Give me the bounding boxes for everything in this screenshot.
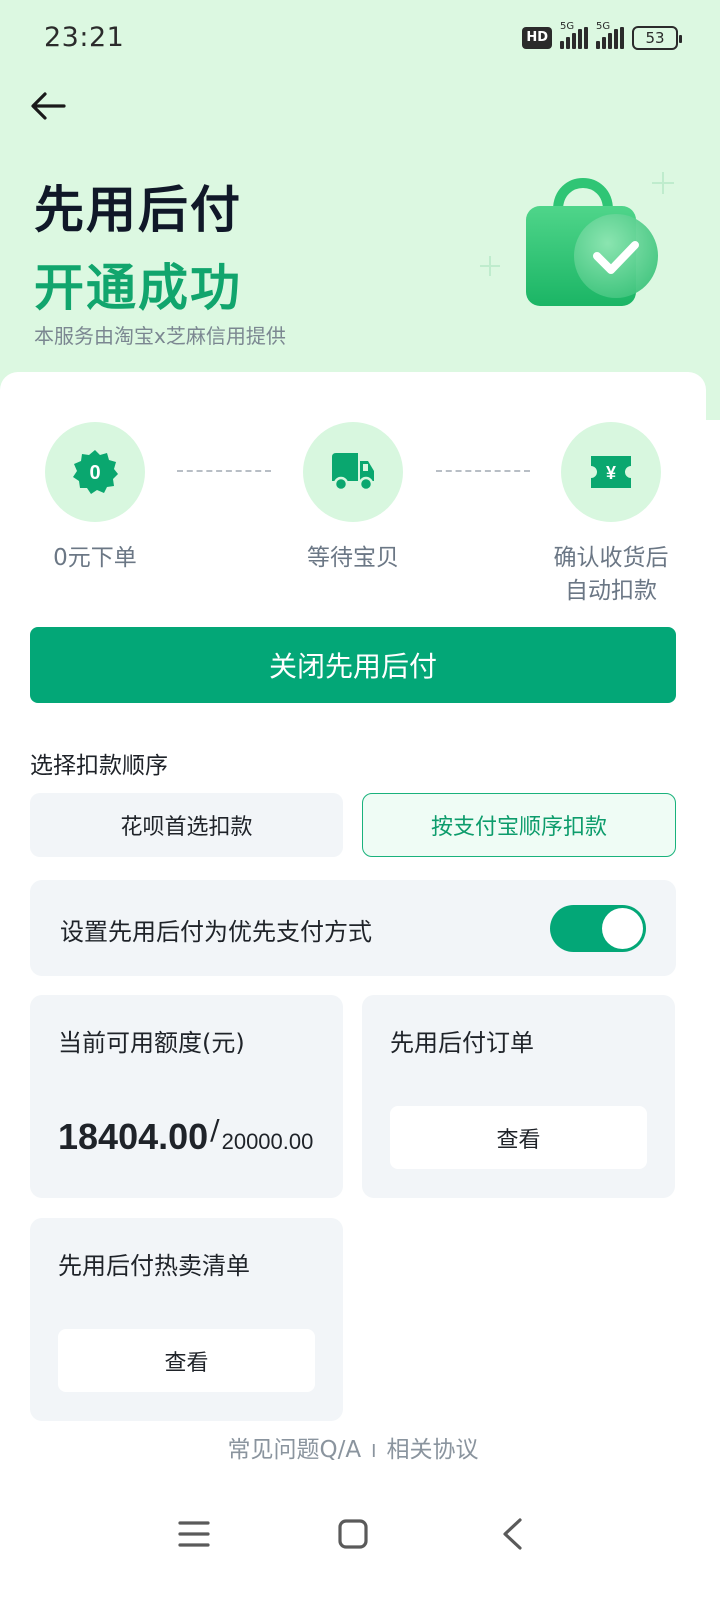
step-label-line: 确认收货后 xyxy=(553,545,669,571)
preferred-payment-label: 设置先用后付为优先支付方式 xyxy=(60,918,372,946)
step-order: 0 0元下单 xyxy=(45,422,157,575)
step-circle: 0 xyxy=(45,422,145,522)
hot-list-title: 先用后付热卖清单 xyxy=(58,1252,250,1280)
signal-icon: 5G xyxy=(560,21,588,49)
footer-separator: I xyxy=(371,1441,377,1462)
shopping-bag-check-icon xyxy=(480,172,674,306)
signal-icon: 5G xyxy=(596,21,624,49)
alipay-order-option[interactable]: 按支付宝顺序扣款 xyxy=(362,793,676,857)
status-time: 23:21 xyxy=(44,22,125,53)
credit-limit-tile: 当前可用额度(元) 18404.00/20000.00 xyxy=(30,995,343,1198)
status-bar: 23:21 HD 5G 5G 53 xyxy=(0,0,720,80)
status-icons: HD 5G 5G 53 xyxy=(522,21,682,52)
step-waiting: 等待宝贝 xyxy=(303,422,415,575)
agreement-link[interactable]: 相关协议 xyxy=(386,1437,478,1463)
step-label: 确认收货后 自动扣款 xyxy=(547,542,675,608)
svg-text:0: 0 xyxy=(89,462,100,484)
menu-button[interactable] xyxy=(164,1504,224,1564)
back-button[interactable] xyxy=(28,86,68,126)
view-orders-button[interactable]: 查看 xyxy=(390,1106,647,1169)
view-hot-list-button[interactable]: 查看 xyxy=(58,1329,315,1392)
close-pay-later-button[interactable]: 关闭先用后付 xyxy=(30,627,676,703)
step-auto-pay: ¥ 确认收货后 自动扣款 xyxy=(554,422,675,608)
total-amount: 20000.00 xyxy=(221,1129,314,1154)
battery-icon: 53 xyxy=(632,26,682,50)
step-label-line: 自动扣款 xyxy=(565,578,657,604)
home-square-icon xyxy=(338,1519,368,1549)
preferred-payment-row: 设置先用后付为优先支付方式 xyxy=(30,880,676,976)
zero-badge-icon: 0 xyxy=(73,450,118,494)
deduction-order-label: 选择扣款顺序 xyxy=(30,753,168,779)
step-label: 等待宝贝 xyxy=(307,545,399,571)
amount-separator: / xyxy=(210,1113,220,1146)
toggle-knob xyxy=(602,908,643,949)
available-amount: 18404.00 xyxy=(58,1116,209,1157)
orders-title: 先用后付订单 xyxy=(390,1029,534,1057)
preferred-payment-toggle[interactable] xyxy=(550,905,646,952)
credit-amount: 18404.00/20000.00 xyxy=(58,1113,313,1158)
credit-limit-title: 当前可用额度(元) xyxy=(58,1029,245,1057)
hd-icon: HD xyxy=(522,27,552,49)
step-divider xyxy=(436,470,530,472)
faq-link[interactable]: 常见问题Q/A xyxy=(228,1437,362,1463)
yen-ticket-icon: ¥ xyxy=(591,456,631,488)
svg-text:¥: ¥ xyxy=(606,463,616,483)
network-label: 5G xyxy=(560,21,575,32)
orders-tile: 先用后付订单 查看 xyxy=(362,995,675,1198)
arrow-left-icon xyxy=(31,92,66,120)
home-button[interactable] xyxy=(323,1504,383,1564)
success-title: 开通成功 xyxy=(34,259,242,317)
step-divider xyxy=(177,470,271,472)
truck-icon xyxy=(332,453,374,492)
step-label: 0元下单 xyxy=(53,545,137,571)
menu-icon xyxy=(178,1521,210,1547)
step-circle: ¥ xyxy=(561,422,661,522)
step-circle xyxy=(303,422,403,522)
provider-text: 本服务由淘宝x芝麻信用提供 xyxy=(34,324,286,348)
footer-links: 常见问题Q/A I 相关协议 xyxy=(0,1430,706,1464)
huabei-first-option[interactable]: 花呗首选扣款 xyxy=(30,793,343,857)
system-nav-bar xyxy=(0,1490,720,1600)
chevron-left-icon xyxy=(503,1518,522,1550)
hot-list-tile: 先用后付热卖清单 查看 xyxy=(30,1218,343,1421)
system-back-button[interactable] xyxy=(482,1504,542,1564)
network-label: 5G xyxy=(596,21,611,32)
page-title: 先用后付 xyxy=(34,181,242,239)
